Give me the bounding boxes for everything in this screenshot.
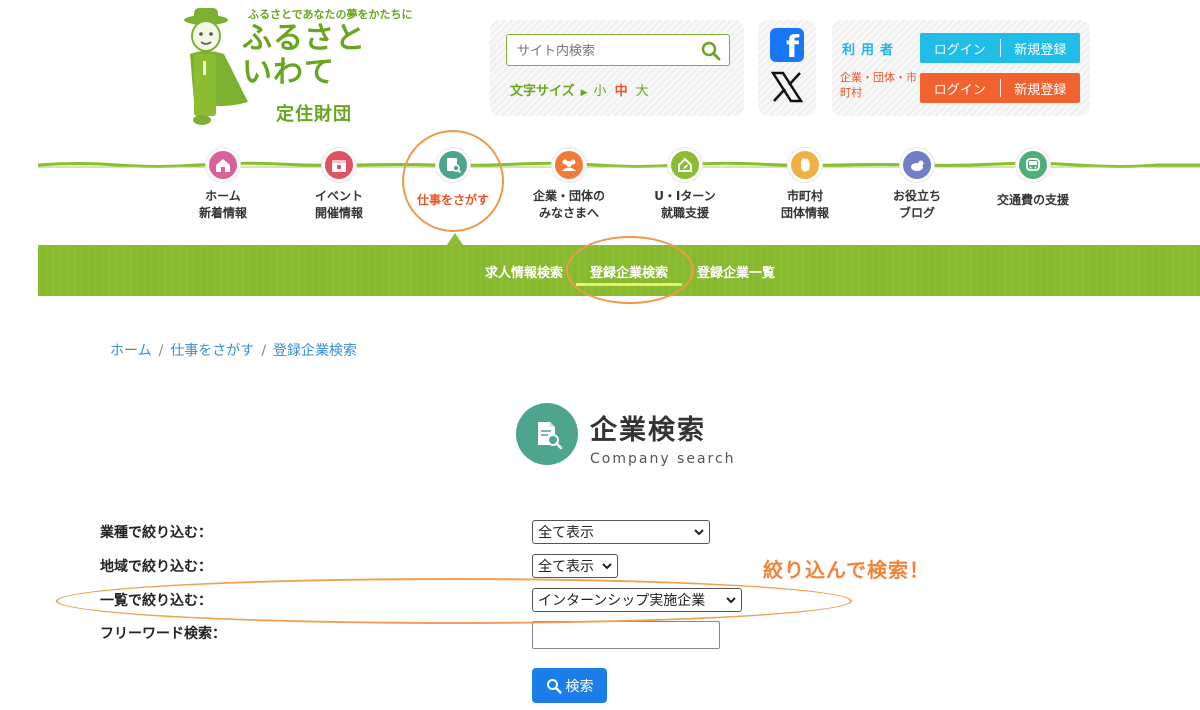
font-size-small[interactable]: 小 bbox=[594, 84, 607, 99]
region-label: 地域で絞り込む： bbox=[100, 559, 212, 575]
nav-ui-turn[interactable]: U・Iターン 就職支援 bbox=[630, 148, 740, 222]
nav-companies[interactable]: 企業・団体の みなさまへ bbox=[514, 148, 624, 222]
site-search-input[interactable] bbox=[517, 41, 687, 61]
user-label: 利用者 bbox=[842, 43, 900, 58]
industry-select-value: 全て表示 bbox=[538, 525, 594, 541]
highlight-circle-annotation bbox=[402, 130, 504, 232]
nav-events-label: イベント 開催情報 bbox=[314, 189, 363, 220]
search-button[interactable]: 検索 bbox=[532, 668, 607, 703]
bird-icon bbox=[900, 148, 934, 182]
nav-municipalities[interactable]: 市町村 団体情報 bbox=[750, 148, 860, 222]
facebook-icon[interactable]: f bbox=[770, 28, 804, 62]
page-subtitle: Company search bbox=[590, 451, 736, 467]
mascot-logo-icon bbox=[184, 8, 248, 125]
corporate-login-button[interactable]: ログイン bbox=[920, 79, 1000, 98]
industry-select[interactable]: 全て表示 bbox=[532, 520, 710, 544]
highlight-oval-annotation bbox=[566, 236, 694, 304]
nav-companies-label: 企業・団体の みなさまへ bbox=[532, 189, 605, 220]
triangle-right-icon: ▶ bbox=[580, 88, 588, 98]
house-leaf-icon bbox=[668, 148, 702, 182]
region-select-value: 全て表示 bbox=[538, 559, 594, 575]
train-icon bbox=[1016, 148, 1050, 182]
nav-blog-label: お役立ち ブログ bbox=[892, 189, 941, 220]
font-size-medium[interactable]: 中 bbox=[615, 84, 628, 99]
logo-name-line1: ふるさと bbox=[242, 21, 366, 56]
nav-transport-support[interactable]: 交通費の支援 bbox=[978, 148, 1088, 209]
company-search-icon bbox=[516, 403, 578, 465]
site-logo[interactable]: ふるさとであなたの夢をかたちに ふるさと いわて 定住財団 bbox=[180, 4, 430, 128]
search-button-label: 検索 bbox=[565, 678, 594, 695]
page-title: 企業検索 bbox=[590, 415, 706, 446]
font-size-control: 文字サイズ ▶ 小中大 bbox=[510, 80, 657, 99]
user-register-button[interactable]: 新規登録 bbox=[1001, 39, 1081, 58]
freeword-input[interactable] bbox=[532, 621, 720, 649]
login-panel: 利用者 企業・団体・市町村 ログイン 新規登録 ログイン 新規登録 bbox=[832, 20, 1090, 116]
logo-name: ふるさと いわて bbox=[242, 22, 366, 90]
breadcrumb-separator: / bbox=[158, 343, 164, 359]
font-size-label: 文字サイズ bbox=[510, 84, 575, 99]
chevron-down-icon bbox=[694, 529, 704, 536]
logo-subtitle: 定住財団 bbox=[276, 104, 352, 125]
breadcrumb-job-search[interactable]: 仕事をさがす bbox=[170, 343, 254, 359]
breadcrumb-home[interactable]: ホーム bbox=[110, 343, 152, 359]
social-panel: f bbox=[758, 20, 816, 116]
freeword-label: フリーワード検索： bbox=[100, 626, 226, 642]
chevron-down-icon bbox=[602, 563, 612, 570]
page: ふるさとであなたの夢をかたちに ふるさと いわて 定住財団 文字サイズ▶小中大 … bbox=[0, 0, 1200, 710]
logo-name-line2: いわて bbox=[242, 55, 335, 90]
user-login-group: ログイン 新規登録 bbox=[920, 33, 1080, 63]
nav-ui-turn-label: U・Iターン 就職支援 bbox=[654, 189, 716, 220]
site-search-box bbox=[506, 34, 730, 66]
active-nav-pointer bbox=[447, 233, 463, 245]
breadcrumb-company-search[interactable]: 登録企業検索 bbox=[273, 343, 357, 359]
region-select[interactable]: 全て表示 bbox=[532, 554, 618, 578]
filter-oval-annotation bbox=[56, 578, 852, 624]
nav-home[interactable]: ホーム 新着情報 bbox=[168, 148, 278, 222]
calendar-icon bbox=[322, 148, 356, 182]
nav-blog[interactable]: お役立ち ブログ bbox=[862, 148, 972, 222]
filter-annotation-text: 絞り込んで検索！ bbox=[763, 558, 930, 582]
iwate-map-icon bbox=[788, 148, 822, 182]
breadcrumb: ホーム / 仕事をさがす / 登録企業検索 bbox=[110, 340, 357, 360]
font-size-large[interactable]: 大 bbox=[636, 84, 649, 99]
home-icon bbox=[206, 148, 240, 182]
industry-label: 業種で絞り込む： bbox=[100, 525, 212, 541]
subnav-company-list[interactable]: 登録企業一覧 bbox=[697, 262, 775, 281]
nav-home-label: ホーム 新着情報 bbox=[198, 189, 247, 220]
subnav-job-search[interactable]: 求人情報検索 bbox=[485, 262, 563, 281]
breadcrumb-separator: / bbox=[261, 343, 267, 359]
nav-events[interactable]: イベント 開催情報 bbox=[284, 148, 394, 222]
search-panel: 文字サイズ ▶ 小中大 bbox=[490, 20, 744, 116]
corporate-login-group: ログイン 新規登録 bbox=[920, 73, 1080, 103]
corporate-register-button[interactable]: 新規登録 bbox=[1001, 79, 1081, 98]
logo-tagline: ふるさとであなたの夢をかたちに bbox=[248, 8, 413, 21]
search-icon bbox=[546, 678, 562, 694]
nav-transport-support-label: 交通費の支援 bbox=[996, 193, 1069, 207]
nav-municipalities-label: 市町村 団体情報 bbox=[780, 189, 829, 220]
user-login-button[interactable]: ログイン bbox=[920, 39, 1000, 58]
corporate-label: 企業・団体・市町村 bbox=[840, 71, 917, 99]
search-icon[interactable] bbox=[701, 41, 721, 61]
x-twitter-icon[interactable] bbox=[770, 70, 804, 104]
people-icon bbox=[552, 148, 586, 182]
